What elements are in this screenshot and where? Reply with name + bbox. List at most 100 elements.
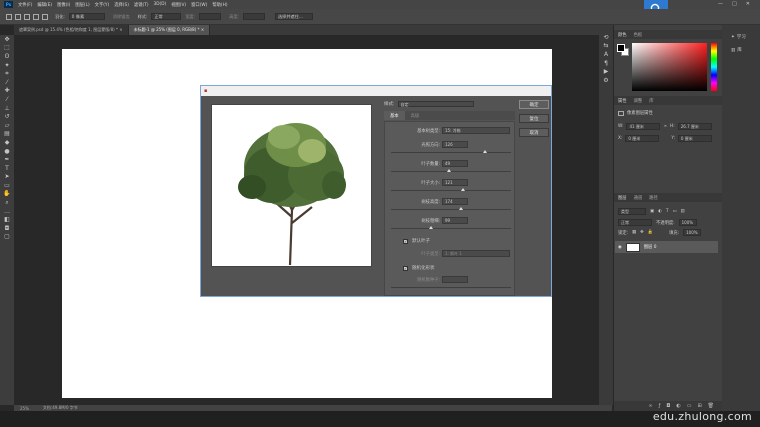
hand-tool-icon[interactable]: ✋ bbox=[0, 190, 14, 199]
tab-swatches[interactable]: 色板 bbox=[634, 32, 643, 38]
tab-mask-case[interactable]: 遮罩案例.psd @ 15.4% (色相/饱和度 1, 图层蒙版/8) * × bbox=[14, 25, 129, 35]
menu-help[interactable]: 帮助(H) bbox=[212, 2, 227, 8]
light-direction-slider[interactable] bbox=[391, 152, 511, 153]
crop-tool-icon[interactable]: ⌗ bbox=[0, 69, 14, 78]
light-direction-input[interactable]: 126 bbox=[442, 141, 468, 148]
pen-tool-icon[interactable]: ✒ bbox=[0, 155, 14, 164]
more-tools-icon[interactable]: … bbox=[0, 207, 14, 216]
reset-button[interactable]: 复位 bbox=[519, 114, 549, 123]
leaves-size-knob[interactable] bbox=[461, 188, 465, 191]
filter-pixel-icon[interactable]: ▣ bbox=[650, 209, 654, 214]
marquee-tool-icon[interactable] bbox=[6, 13, 12, 20]
menu-filter[interactable]: 滤镜(T) bbox=[134, 2, 149, 8]
fill-input[interactable]: 100% bbox=[683, 229, 702, 236]
filter-shape-icon[interactable]: ▭ bbox=[672, 209, 676, 214]
color-field[interactable] bbox=[632, 43, 707, 91]
dodge-tool-icon[interactable]: ● bbox=[0, 147, 14, 156]
link-icon[interactable]: ∞ bbox=[663, 124, 667, 129]
tab-close-icon[interactable]: × bbox=[119, 27, 122, 32]
leaves-amount-slider[interactable] bbox=[391, 171, 511, 172]
blend-mode-select[interactable]: 正常 bbox=[618, 219, 652, 226]
layer-name[interactable]: 图层 0 bbox=[644, 244, 657, 250]
tab-properties[interactable]: 属性 bbox=[618, 98, 627, 104]
leaves-amount-knob[interactable] bbox=[446, 169, 451, 172]
tab-adjustments[interactable]: 调整 bbox=[634, 98, 643, 104]
tab-untitled-1[interactable]: 未标题-1 @ 25% (图层 0, RGB/8) * × bbox=[128, 25, 211, 35]
leaves-amount-input[interactable]: 49 bbox=[442, 160, 468, 167]
shape-tool-icon[interactable]: ▭ bbox=[0, 181, 14, 190]
branch-thickness-slider[interactable] bbox=[391, 228, 511, 229]
quick-mask-icon[interactable]: ◘ bbox=[0, 224, 14, 233]
actions-icon[interactable]: ▶ bbox=[599, 67, 613, 76]
move-tool-icon[interactable]: ✥ bbox=[0, 35, 14, 44]
lock-position-icon[interactable]: ✥ bbox=[640, 230, 644, 235]
tab-channels[interactable]: 通道 bbox=[634, 195, 643, 201]
menu-layer[interactable]: 图层(L) bbox=[75, 2, 89, 8]
branch-height-input[interactable]: 174 bbox=[442, 198, 468, 205]
zoom-tool-icon[interactable]: ⌕ bbox=[0, 198, 14, 207]
w-input[interactable]: 41 厘米 bbox=[626, 123, 661, 130]
maximize-button[interactable]: □ bbox=[732, 1, 737, 7]
filter-type-icon[interactable]: T bbox=[666, 209, 669, 214]
default-leaves-checkbox[interactable]: ✓ 默认叶子 bbox=[403, 238, 430, 244]
eraser-tool-icon[interactable]: ▱ bbox=[0, 121, 14, 130]
tab-layers[interactable]: 图层 bbox=[618, 195, 627, 201]
minimize-button[interactable]: — bbox=[718, 1, 723, 7]
y-input[interactable]: 0 厘米 bbox=[677, 135, 712, 142]
learn-button[interactable]: ✦ 学习 bbox=[731, 34, 760, 41]
width-input[interactable] bbox=[199, 13, 222, 20]
menu-edit[interactable]: 编辑(E) bbox=[37, 2, 52, 8]
adjust-icon[interactable]: ⇆ bbox=[599, 42, 613, 51]
feather-input[interactable]: 0 像素 bbox=[68, 13, 105, 20]
x-input[interactable]: 0 厘米 bbox=[625, 135, 660, 142]
tab-libraries[interactable]: 库 bbox=[649, 98, 653, 104]
layer-row[interactable]: ◉ 图层 0 bbox=[615, 241, 718, 253]
paragraph-icon[interactable]: ¶ bbox=[599, 59, 613, 68]
branch-thickness-input[interactable]: 99 bbox=[442, 217, 468, 224]
history-brush-icon[interactable]: ↺ bbox=[0, 112, 14, 121]
hue-slider[interactable] bbox=[711, 43, 717, 91]
tab-paths[interactable]: 路径 bbox=[649, 195, 658, 201]
library-button[interactable]: ▥ 库 bbox=[731, 47, 760, 54]
filter-preview[interactable] bbox=[211, 104, 372, 267]
lasso-tool-icon[interactable]: ʘ bbox=[0, 52, 14, 61]
tab-basic[interactable]: 基本 bbox=[384, 111, 405, 120]
type-tool-icon[interactable]: T bbox=[0, 164, 14, 173]
subtract-selection-icon[interactable] bbox=[33, 13, 39, 20]
intersect-selection-icon[interactable] bbox=[42, 13, 48, 20]
menu-type[interactable]: 文字(Y) bbox=[95, 2, 110, 8]
leaves-size-input[interactable]: 121 bbox=[442, 179, 468, 186]
layer-kind-select[interactable]: 类型 bbox=[618, 208, 646, 215]
close-button[interactable]: ✕ bbox=[746, 1, 750, 7]
blur-tool-icon[interactable]: ◆ bbox=[0, 138, 14, 147]
tree-type-select[interactable]: 15: 冷栋 bbox=[442, 127, 510, 134]
history-icon[interactable]: ⟲ bbox=[599, 33, 613, 42]
menu-window[interactable]: 窗口(W) bbox=[191, 2, 207, 8]
branch-height-knob[interactable] bbox=[458, 207, 463, 210]
branch-thickness-knob[interactable] bbox=[428, 226, 433, 229]
ok-button[interactable]: 确定 bbox=[519, 100, 549, 109]
marquee-tool-icon[interactable]: ⬚ bbox=[0, 44, 14, 53]
cancel-button[interactable]: 取消 bbox=[519, 128, 549, 137]
brush-settings-icon[interactable]: ⚙ bbox=[599, 76, 613, 85]
select-and-mask-button[interactable]: 选择并遮住... bbox=[274, 13, 313, 20]
brush-tool-icon[interactable]: ⁄ bbox=[0, 95, 14, 104]
menu-file[interactable]: 文件(F) bbox=[18, 2, 32, 8]
foreground-color-swatch[interactable] bbox=[617, 44, 625, 52]
branch-height-slider[interactable] bbox=[391, 209, 511, 210]
zoom-level[interactable]: 25% bbox=[20, 406, 29, 411]
menu-view[interactable]: 视图(V) bbox=[171, 2, 186, 8]
eye-icon[interactable]: ◉ bbox=[618, 245, 622, 250]
antialias-checkbox[interactable]: 消除锯齿 bbox=[113, 14, 130, 20]
filter-adjust-icon[interactable]: ◐ bbox=[658, 209, 662, 214]
h-input[interactable]: 26.7 厘米 bbox=[677, 123, 712, 130]
opacity-input[interactable]: 100% bbox=[678, 219, 697, 226]
menu-select[interactable]: 选择(S) bbox=[114, 2, 129, 8]
tab-color[interactable]: 颜色 bbox=[618, 32, 627, 38]
magic-wand-tool-icon[interactable]: ✦ bbox=[0, 61, 14, 70]
clone-stamp-icon[interactable]: ⊥ bbox=[0, 104, 14, 113]
new-selection-icon[interactable] bbox=[15, 13, 21, 20]
tab-advanced[interactable]: 高级 bbox=[405, 111, 426, 120]
healing-brush-icon[interactable]: ✚ bbox=[0, 87, 14, 96]
lock-pixels-icon[interactable]: ▦ bbox=[632, 230, 636, 235]
